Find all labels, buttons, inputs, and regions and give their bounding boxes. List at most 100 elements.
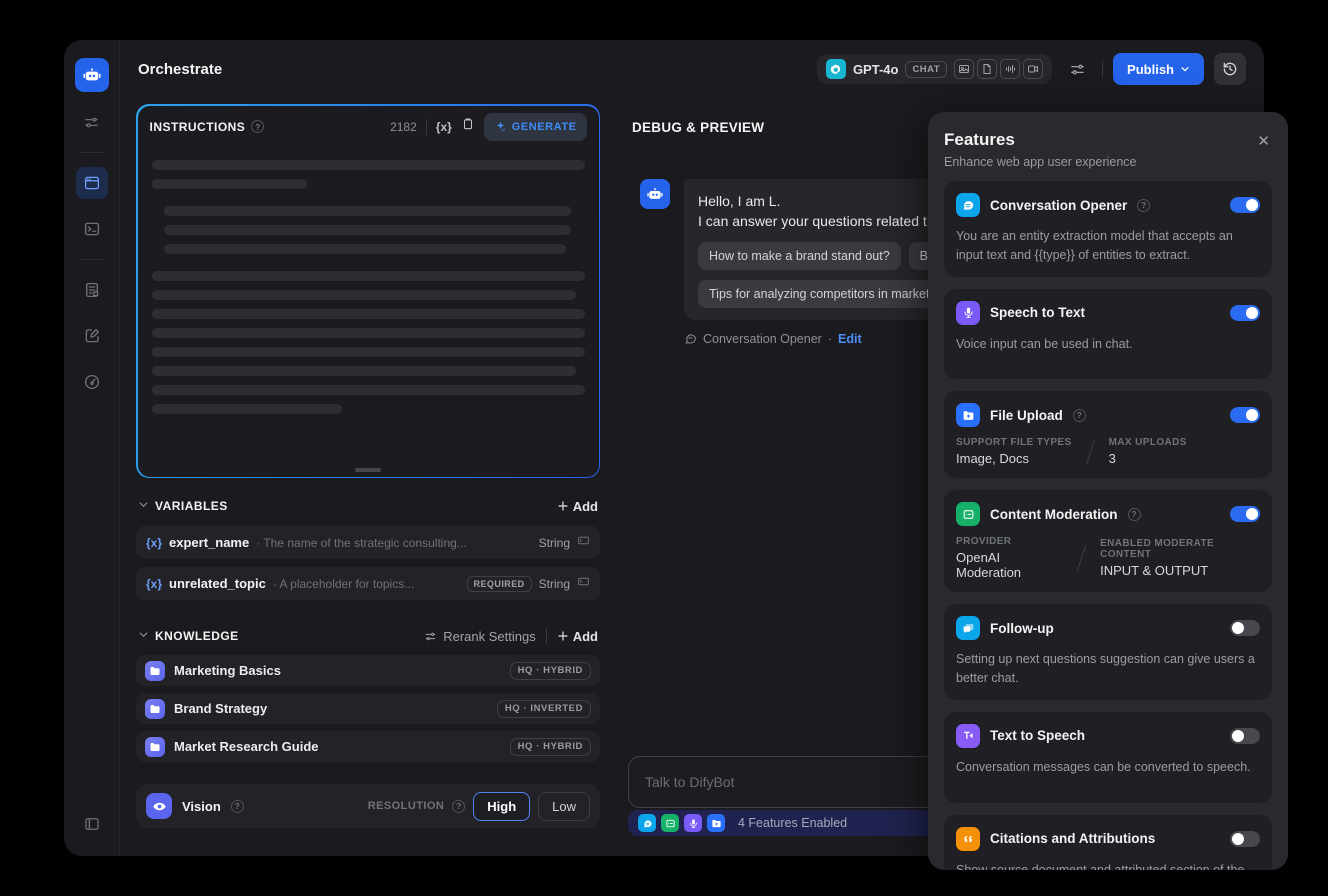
instructions-editor[interactable] xyxy=(138,148,599,435)
skeleton-line xyxy=(151,178,308,189)
variable-icon: {x} xyxy=(146,576,163,591)
sidebar-divider xyxy=(79,152,104,153)
resolution-high-button[interactable]: High xyxy=(473,791,531,821)
help-icon[interactable]: ? xyxy=(251,120,265,133)
conversation-opener-toggle[interactable] xyxy=(1230,197,1260,213)
variable-row-unrelated-topic[interactable]: {x} unrelated_topic · A placeholder for … xyxy=(136,567,600,600)
feature-card-speech-to-text: Speech to Text Voice input can be used i… xyxy=(944,288,1272,380)
add-knowledge-button[interactable]: Add xyxy=(557,629,598,644)
knowledge-row-marketing-basics[interactable]: Marketing Basics HQ · HYBRID xyxy=(136,655,600,686)
model-selector[interactable]: GPT-4o CHAT xyxy=(816,54,1053,84)
folder-icon xyxy=(145,736,165,757)
resize-handle[interactable] xyxy=(355,467,381,472)
sidebar-item-settings[interactable] xyxy=(76,106,108,138)
citations-toggle[interactable] xyxy=(1230,830,1260,847)
follow-up-toggle[interactable] xyxy=(1230,620,1260,637)
publish-button[interactable]: Publish xyxy=(1113,53,1204,85)
feature-title: Conversation Opener xyxy=(990,197,1128,213)
suggested-question-chip[interactable]: How to make a brand stand out? xyxy=(698,241,901,270)
variable-icon: {x} xyxy=(146,535,163,550)
help-icon[interactable]: ? xyxy=(452,799,466,813)
feature-title: File Upload xyxy=(990,407,1063,423)
file-types-stat: SUPPORT FILE TYPES Image, Docs xyxy=(956,437,1072,467)
file-upload-toggle[interactable] xyxy=(1230,407,1260,424)
sidebar-item-logs[interactable] xyxy=(76,274,108,306)
add-variable-button[interactable]: Add xyxy=(557,499,598,514)
feature-card-follow-up: Follow-up Setting up next questions sugg… xyxy=(944,604,1272,700)
feature-title: Text to Speech xyxy=(990,728,1086,744)
help-icon[interactable]: ? xyxy=(1137,198,1151,212)
conversation-opener-mini-icon xyxy=(638,814,656,832)
divider xyxy=(425,118,427,135)
skeleton-line xyxy=(151,270,585,281)
divider xyxy=(545,628,547,644)
chevron-down-icon[interactable] xyxy=(138,497,149,515)
resolution-low-button[interactable]: Low xyxy=(538,791,590,821)
knowledge-row-market-research-guide[interactable]: Market Research Guide HQ · HYBRID xyxy=(136,731,600,762)
citations-icon xyxy=(956,826,980,851)
version-history-button[interactable] xyxy=(1214,53,1246,85)
follow-up-icon xyxy=(956,616,980,641)
collapse-sidebar-icon[interactable] xyxy=(76,808,108,840)
sidebar-item-orchestrate[interactable] xyxy=(75,167,108,199)
sidebar-item-monitoring[interactable] xyxy=(76,366,108,398)
header-divider xyxy=(1102,61,1104,77)
skeleton-line xyxy=(163,224,571,235)
skeleton-line xyxy=(151,308,585,319)
vision-title: Vision xyxy=(182,798,221,814)
content-moderation-toggle[interactable] xyxy=(1230,506,1260,523)
chevron-down-icon[interactable] xyxy=(138,627,149,645)
required-badge: REQUIRED xyxy=(466,575,532,592)
feature-desc: Show source document and attributed sect… xyxy=(956,862,1245,871)
sidebar-item-terminal[interactable] xyxy=(76,213,108,245)
app-logo-robot-icon[interactable] xyxy=(74,58,109,92)
variables-section-header: VARIABLES Add xyxy=(138,494,598,518)
variable-type: String xyxy=(538,576,570,591)
feature-title: Follow-up xyxy=(990,620,1054,636)
sidebar-divider xyxy=(79,259,104,260)
copy-icon[interactable] xyxy=(461,117,475,136)
speech-to-text-toggle[interactable] xyxy=(1230,304,1260,321)
insert-variable-icon[interactable]: {x} xyxy=(436,120,452,134)
variable-type: String xyxy=(538,535,570,550)
moderation-mini-icon xyxy=(661,814,679,832)
features-panel-subtitle: Enhance web app user experience xyxy=(944,155,1137,169)
content-moderation-icon xyxy=(956,502,980,527)
opener-caption-label: Conversation Opener xyxy=(703,331,822,346)
char-count: 2182 xyxy=(390,119,417,134)
skeleton-line xyxy=(151,159,585,170)
top-header: Orchestrate GPT-4o CHAT Publish xyxy=(120,40,1264,98)
variable-row-expert-name[interactable]: {x} expert_name · The name of the strate… xyxy=(136,526,600,559)
features-enabled-label: 4 Features Enabled xyxy=(738,816,848,830)
rerank-settings-button[interactable]: Rerank Settings xyxy=(424,629,536,644)
text-to-speech-toggle[interactable] xyxy=(1230,727,1260,744)
close-icon[interactable]: ✕ xyxy=(1257,132,1270,150)
conversation-opener-icon xyxy=(956,193,980,217)
chat-input-placeholder: Talk to DifyBot xyxy=(645,774,735,790)
knowledge-row-brand-strategy[interactable]: Brand Strategy HQ · INVERTED xyxy=(136,693,600,724)
variable-name: expert_name xyxy=(169,535,250,550)
skeleton-line xyxy=(163,205,571,216)
feature-card-conversation-opener: Conversation Opener ? You are an entity … xyxy=(944,181,1272,277)
stat-divider xyxy=(1077,545,1087,571)
model-parameters-icon[interactable] xyxy=(1062,54,1092,84)
knowledge-section-header: KNOWLEDGE Rerank Settings Add xyxy=(138,624,598,648)
folder-icon xyxy=(145,698,165,719)
help-icon[interactable]: ? xyxy=(1072,408,1086,422)
sidebar-item-annotation[interactable] xyxy=(76,320,108,352)
eye-icon xyxy=(146,793,172,819)
document-capability-icon xyxy=(977,59,998,79)
stat-divider xyxy=(1085,439,1095,465)
help-icon[interactable]: ? xyxy=(1127,507,1141,521)
feature-title: Citations and Attributions xyxy=(990,831,1156,846)
features-panel-title: Features xyxy=(944,130,1015,149)
knowledge-name: Marketing Basics xyxy=(174,663,281,678)
text-to-speech-icon xyxy=(956,723,980,748)
variable-desc: · A placeholder for topics... xyxy=(272,576,415,591)
generate-button[interactable]: GENERATE xyxy=(483,112,587,141)
knowledge-badge: HQ · HYBRID xyxy=(509,737,591,756)
edit-opener-link[interactable]: Edit xyxy=(838,332,862,346)
help-icon[interactable]: ? xyxy=(230,799,244,813)
feature-title: Speech to Text xyxy=(990,305,1086,320)
file-upload-icon xyxy=(956,403,980,428)
